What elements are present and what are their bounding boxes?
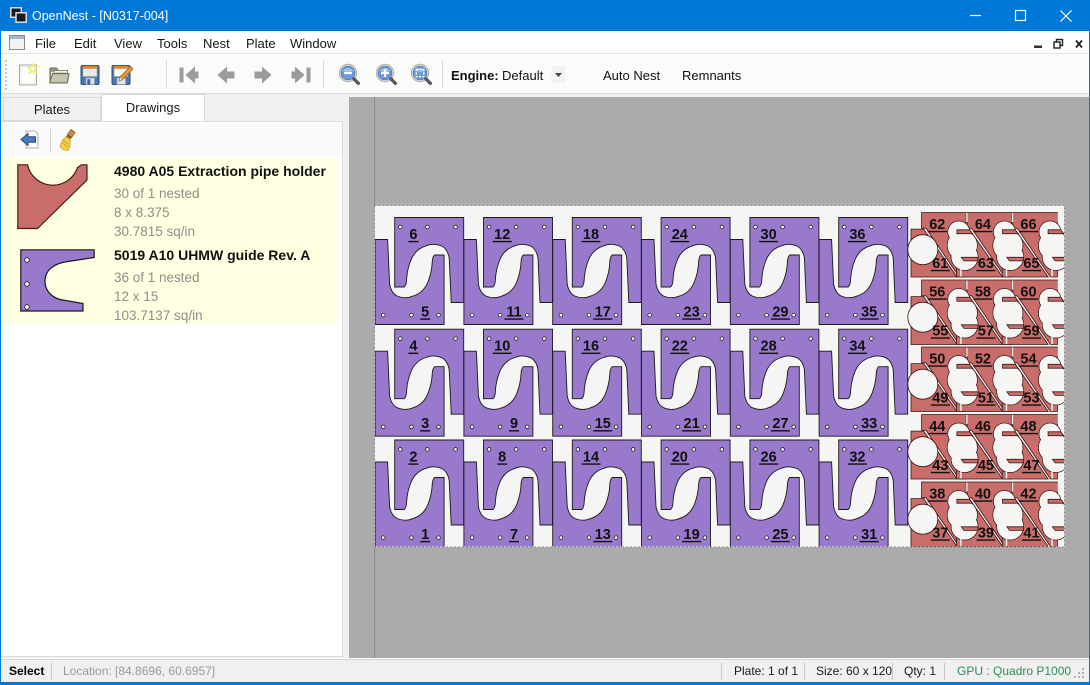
svg-text:62: 62 [929, 217, 945, 233]
svg-text:35: 35 [861, 305, 877, 321]
svg-text:65: 65 [1023, 256, 1039, 272]
svg-text:45: 45 [978, 458, 994, 474]
svg-text:38: 38 [929, 487, 945, 503]
svg-text:55: 55 [932, 324, 948, 340]
svg-text:53: 53 [1023, 391, 1039, 407]
svg-text:21: 21 [684, 416, 700, 432]
svg-text:49: 49 [932, 391, 948, 407]
svg-text:6: 6 [409, 227, 417, 243]
svg-text:60: 60 [1020, 285, 1036, 301]
svg-text:54: 54 [1020, 352, 1036, 368]
svg-text:13: 13 [595, 527, 611, 543]
svg-text:8: 8 [498, 450, 506, 466]
svg-text:11: 11 [506, 305, 521, 321]
svg-text:29: 29 [772, 305, 788, 321]
svg-text:7: 7 [510, 527, 518, 543]
svg-text:17: 17 [595, 305, 611, 321]
svg-text:16: 16 [583, 339, 599, 355]
svg-text:56: 56 [929, 285, 945, 301]
svg-text:19: 19 [684, 527, 700, 543]
svg-text:3: 3 [421, 416, 429, 432]
svg-text:20: 20 [672, 450, 688, 466]
svg-text:31: 31 [861, 527, 877, 543]
svg-text:1: 1 [421, 527, 429, 543]
svg-text:43: 43 [932, 458, 948, 474]
svg-text:41: 41 [1023, 526, 1039, 542]
svg-text:28: 28 [761, 339, 777, 355]
svg-text:25: 25 [772, 527, 788, 543]
svg-text:34: 34 [849, 339, 865, 355]
svg-text:22: 22 [672, 339, 688, 355]
svg-text:27: 27 [772, 416, 788, 432]
svg-text:40: 40 [975, 487, 991, 503]
svg-text:63: 63 [978, 256, 994, 272]
svg-text:4: 4 [409, 339, 417, 355]
svg-text:42: 42 [1020, 487, 1036, 503]
svg-text:50: 50 [929, 352, 945, 368]
svg-text:23: 23 [684, 305, 700, 321]
svg-text:39: 39 [978, 526, 994, 542]
svg-text:47: 47 [1023, 458, 1039, 474]
svg-text:5: 5 [421, 305, 429, 321]
svg-text:2: 2 [409, 450, 417, 466]
svg-text:10: 10 [494, 339, 510, 355]
svg-text:44: 44 [929, 419, 945, 435]
svg-text:14: 14 [583, 450, 599, 466]
svg-text:9: 9 [510, 416, 518, 432]
svg-text:12: 12 [494, 227, 510, 243]
svg-text:26: 26 [761, 450, 777, 466]
svg-text:15: 15 [595, 416, 611, 432]
svg-text:66: 66 [1020, 217, 1036, 233]
svg-text:36: 36 [849, 227, 865, 243]
svg-text:58: 58 [975, 285, 991, 301]
svg-text:24: 24 [672, 227, 688, 243]
svg-text:32: 32 [849, 450, 865, 466]
svg-text:51: 51 [978, 391, 994, 407]
svg-text:37: 37 [932, 526, 948, 542]
svg-text:18: 18 [583, 227, 599, 243]
svg-text:64: 64 [975, 217, 991, 233]
svg-text:48: 48 [1020, 419, 1036, 435]
svg-text:59: 59 [1023, 324, 1039, 340]
svg-text:52: 52 [975, 352, 991, 368]
svg-text:30: 30 [761, 227, 777, 243]
svg-text:46: 46 [975, 419, 991, 435]
svg-text:57: 57 [978, 324, 994, 340]
svg-text:61: 61 [932, 256, 948, 272]
svg-text:33: 33 [861, 416, 877, 432]
